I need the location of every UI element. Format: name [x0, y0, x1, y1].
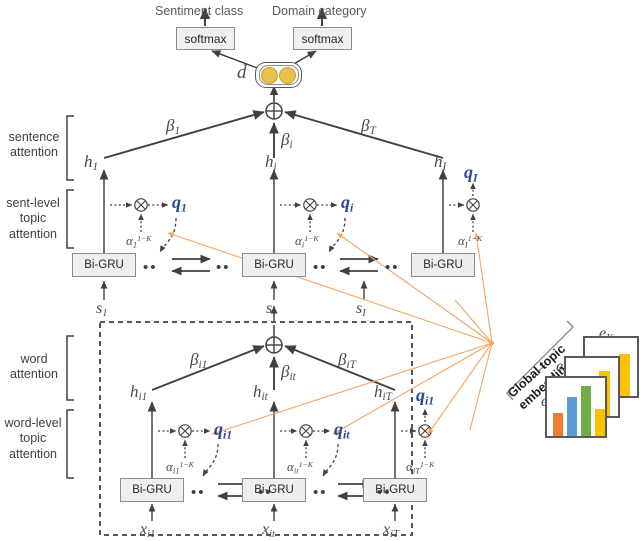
side-label-word-attention: word attention — [10, 352, 58, 382]
sentence-encoder-bigru-1[interactable]: Bi-GRU — [72, 253, 136, 277]
topic-vector-qI-label: qI — [464, 162, 478, 185]
word-input-xit-label: xit — [262, 521, 275, 540]
sentiment-class-label: Sentiment class — [155, 4, 244, 18]
word-ellipsis-1: •• — [191, 484, 206, 501]
side-label-sent-level-topic-attention: sent-level topic attention — [6, 196, 60, 241]
architecture-diagram: Sentiment class Domain category softmax … — [0, 0, 640, 541]
sentence-ellipsis-1: •• — [143, 259, 158, 276]
topic-card-e1-bar-1 — [553, 412, 563, 436]
topic-card-e1-bar-3 — [581, 386, 591, 436]
word-encoder-bigru-T[interactable]: Bi-GRU — [363, 478, 427, 502]
topic-vector-qit-label: qit — [334, 419, 350, 442]
sentence-input-si-label: si — [266, 300, 276, 319]
sentence-ellipsis-4: •• — [385, 259, 400, 276]
hidden-state-h1-label: h1 — [84, 152, 99, 174]
word-encoder-bigru-1[interactable]: Bi-GRU — [120, 478, 184, 502]
sentence-input-sI-label: sI — [356, 300, 366, 319]
sentence-encoder-bigru-I[interactable]: Bi-GRU — [411, 253, 475, 277]
beta-T-label: βT — [361, 116, 376, 138]
word-input-xiT-label: xiT — [383, 521, 399, 540]
word-input-xi1-label: xi1 — [140, 521, 156, 540]
beta-it-label: βit — [281, 362, 296, 384]
alpha-I-label: αI1−K — [458, 233, 483, 250]
topic-card-e1-bar-4 — [595, 409, 605, 436]
softmax-sentiment[interactable]: softmax — [176, 27, 235, 50]
beta-iT-label: βiT — [338, 350, 356, 372]
topic-vector-qiT-label: qi1 — [416, 385, 435, 408]
sentence-input-s1-label: s1 — [96, 300, 108, 319]
domain-category-label: Domain category — [272, 4, 367, 18]
alpha-it-label: αit1−K — [287, 459, 313, 476]
topic-vector-q1-label: q1 — [172, 192, 187, 215]
sentence-ellipsis-3: •• — [313, 259, 328, 276]
topic-card-eK-bar-2 — [619, 354, 630, 396]
document-vector-unit-1 — [261, 66, 278, 84]
hidden-state-hiT-label: hiT — [374, 382, 392, 404]
sentence-ellipsis-2: •• — [216, 259, 231, 276]
word-encoder-bigru-t[interactable]: Bi-GRU — [242, 478, 306, 502]
softmax-domain[interactable]: softmax — [293, 27, 352, 50]
topic-card-e1-bar-2 — [567, 396, 577, 436]
beta-i-label: βi — [281, 130, 293, 152]
topic-vector-qi-label: qi — [341, 192, 354, 215]
hidden-state-hi-label: hi — [265, 152, 277, 174]
alpha-i1-label: αi11−K — [166, 459, 194, 476]
alpha-i-label: αi1−K — [295, 233, 319, 250]
topic-card-e1 — [545, 376, 607, 438]
word-ellipsis-4: •• — [377, 484, 392, 501]
hidden-state-hi1-label: hi1 — [130, 382, 148, 404]
word-ellipsis-2: •• — [258, 484, 273, 501]
hidden-state-hit-label: hit — [253, 382, 268, 404]
side-label-word-level-topic-attention: word-level topic attention — [4, 416, 62, 461]
beta-1-label: β1 — [166, 116, 181, 138]
sentence-encoder-bigru-i[interactable]: Bi-GRU — [242, 253, 306, 277]
topic-vector-qi1-label: qi1 — [214, 419, 233, 442]
word-ellipsis-3: •• — [313, 484, 328, 501]
document-vector-label: d — [237, 62, 247, 83]
beta-i1-label: βi1 — [190, 350, 208, 372]
alpha-iT-label: αiT1−K — [406, 459, 435, 476]
document-vector-unit-2 — [279, 66, 296, 84]
alpha-1-label: α11−K — [126, 233, 152, 250]
hidden-state-hI-label: hI — [434, 152, 447, 174]
side-label-sentence-attention: sentence attention — [8, 130, 60, 160]
